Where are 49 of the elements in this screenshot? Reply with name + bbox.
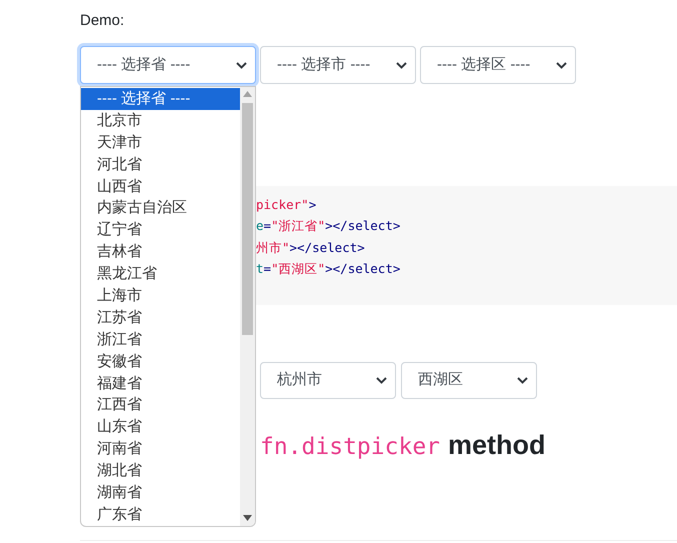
select-field[interactable]: 西湖区 <box>401 362 537 399</box>
dropdown-option[interactable]: 辽宁省 <box>81 219 240 242</box>
demo-label: Demo: <box>80 11 124 31</box>
dropdown-option[interactable]: 河南省 <box>81 438 240 460</box>
code-token: ></select> <box>290 240 365 255</box>
code-token: picker" <box>256 197 309 212</box>
dropdown-option[interactable]: 黑龙江省 <box>81 263 240 286</box>
select-field[interactable]: ---- 选择市 ---- <box>260 46 416 84</box>
chevron-down-icon <box>376 377 387 384</box>
code-token: e <box>256 218 264 234</box>
scroll-down-icon[interactable] <box>243 515 252 521</box>
scrollbar[interactable] <box>240 87 255 526</box>
scroll-up-icon[interactable] <box>243 91 252 97</box>
dropdown-option[interactable]: 福建省 <box>81 372 240 394</box>
chevron-down-icon <box>556 62 567 68</box>
code-token: ></select> <box>325 218 400 234</box>
heading-code: fn.distpicker <box>260 433 440 462</box>
code-token: = <box>264 218 272 234</box>
dropdown-option[interactable]: 吉林省 <box>81 241 240 264</box>
code-token: "浙江省" <box>271 218 326 234</box>
heading-text: method <box>448 429 546 462</box>
dropdown-option[interactable]: 湖北省 <box>81 460 240 482</box>
dropdown-option[interactable]: 山东省 <box>81 416 240 438</box>
select-field[interactable]: ---- 选择省 ---- <box>80 46 256 84</box>
dropdown-option[interactable]: 江苏省 <box>81 306 240 329</box>
chevron-down-icon <box>517 377 528 384</box>
dropdown-option[interactable]: 安徽省 <box>81 350 240 373</box>
scrollbar-thumb[interactable] <box>242 103 253 335</box>
select-field[interactable]: 杭州市 <box>260 362 396 399</box>
chevron-down-icon <box>396 62 407 68</box>
dropdown-option[interactable]: 上海市 <box>81 285 240 307</box>
code-token: ></select> <box>325 260 400 276</box>
dropdown-option[interactable]: 内蒙古自治区 <box>81 197 240 220</box>
code-token: t <box>256 260 264 276</box>
code-token: 州市" <box>256 240 290 255</box>
select-field[interactable]: ---- 选择区 ---- <box>420 46 576 84</box>
dropdown-option[interactable]: 江西省 <box>81 394 240 416</box>
code-token: "西湖区" <box>271 260 326 276</box>
code-token: = <box>264 260 272 276</box>
dropdown-option[interactable]: 北京市 <box>81 110 240 132</box>
dropdown-option[interactable]: 湖南省 <box>81 482 240 504</box>
dropdown-option[interactable]: 浙江省 <box>81 328 240 351</box>
dropdown-option[interactable]: 河北省 <box>81 154 240 176</box>
chevron-down-icon <box>236 62 247 68</box>
dropdown-option[interactable]: 天津市 <box>81 132 240 154</box>
code-token: > <box>308 197 316 212</box>
dropdown-option[interactable]: 山西省 <box>81 176 240 198</box>
dropdown-option[interactable]: ---- 选择省 ---- <box>81 88 240 110</box>
dropdown-option[interactable]: 广东省 <box>81 504 240 526</box>
